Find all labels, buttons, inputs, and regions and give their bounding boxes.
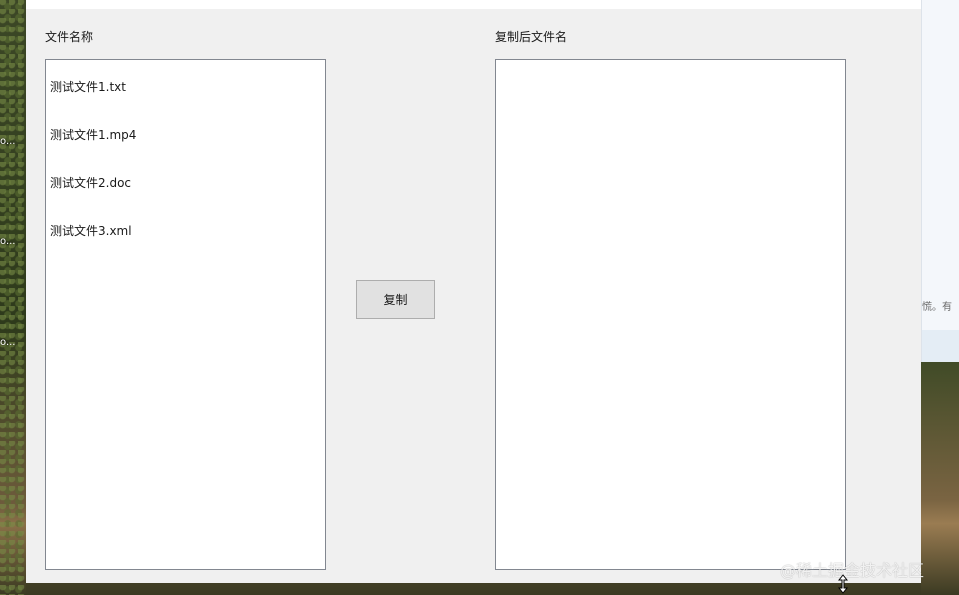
- list-item[interactable]: 测试文件2.doc: [50, 174, 131, 191]
- desktop-icon-label[interactable]: o...: [0, 136, 15, 147]
- target-files-listbox[interactable]: [495, 59, 846, 570]
- list-item[interactable]: 测试文件1.mp4: [50, 126, 136, 143]
- resize-cursor-icon: [838, 574, 848, 594]
- list-item[interactable]: 测试文件3.xml: [50, 222, 132, 239]
- file-copy-window: 文件名称 复制后文件名 测试文件1.txt 测试文件1.mp4 测试文件2.do…: [26, 0, 921, 583]
- list-item[interactable]: 测试文件1.txt: [50, 78, 126, 95]
- background-window-text: 慌。有: [922, 302, 952, 313]
- source-files-listbox[interactable]: 测试文件1.txt 测试文件1.mp4 测试文件2.doc 测试文件3.xml: [45, 59, 326, 570]
- watermark: @稀土掘金技术社区: [780, 561, 925, 580]
- desktop-icon-label[interactable]: o...: [0, 236, 15, 247]
- window-titlebar[interactable]: [26, 0, 921, 9]
- desktop-wallpaper-left: [0, 0, 26, 595]
- desktop-icon-label[interactable]: o...: [0, 337, 15, 348]
- target-files-label: 复制后文件名: [495, 30, 568, 44]
- source-files-label: 文件名称: [45, 30, 94, 44]
- copy-button[interactable]: 复制: [356, 280, 435, 319]
